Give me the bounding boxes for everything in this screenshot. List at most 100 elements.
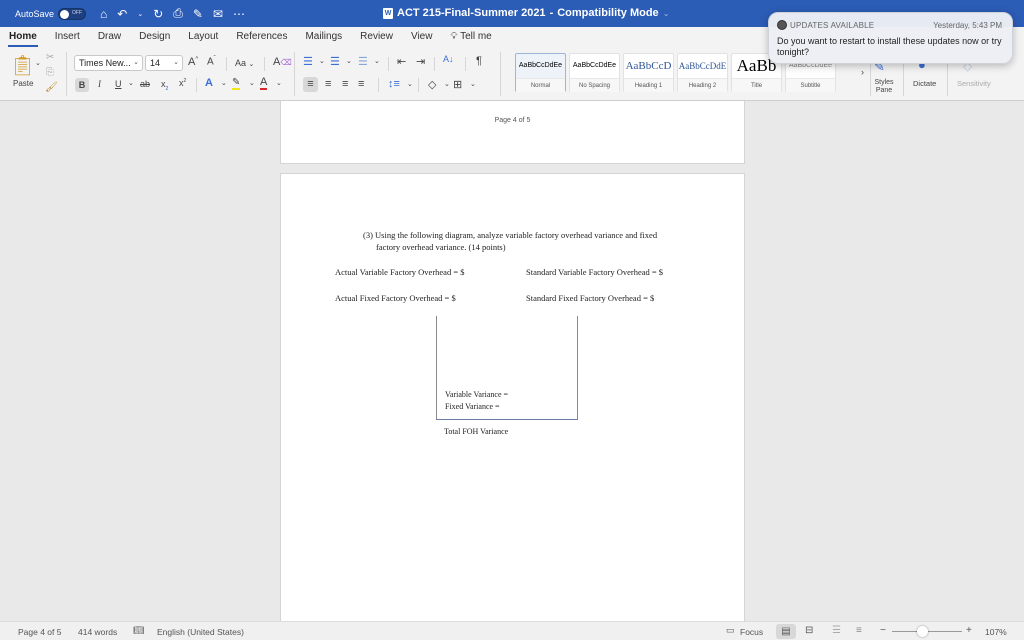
chevron-down-icon[interactable]: ⌄ <box>374 57 380 65</box>
style-normal[interactable]: AaBbCcDdEe Normal <box>515 53 566 92</box>
style-name: Normal <box>516 78 565 92</box>
undo-icon[interactable]: ↶ <box>117 7 127 21</box>
web-layout-view-icon[interactable]: ⊟ <box>805 625 813 636</box>
clear-formatting-icon[interactable]: A⌫ <box>273 56 292 68</box>
superscript-button[interactable]: x2 <box>179 78 186 88</box>
underline-button[interactable]: U <box>115 79 122 89</box>
actual-fixed-foh: Actual Fixed Factory Overhead = $ <box>335 293 456 303</box>
strikethrough-button[interactable]: ab <box>140 79 150 89</box>
font-name-select[interactable]: Times New... ⌄ <box>74 55 143 71</box>
tab-references[interactable]: References <box>227 27 296 47</box>
style-no-spacing[interactable]: AaBbCcDdEe No Spacing <box>569 53 620 92</box>
chevron-down-icon[interactable]: ⌄ <box>221 79 227 87</box>
decrease-font-size-icon[interactable]: Aˇ <box>207 56 216 67</box>
increase-indent-icon[interactable]: ⇥ <box>416 55 425 68</box>
print-layout-view-icon[interactable]: ▤ <box>776 624 796 639</box>
autosave-control[interactable]: AutoSave OFF <box>15 7 87 20</box>
draft-view-icon[interactable]: ≡ <box>856 625 862 636</box>
borders-icon[interactable]: ⊞ <box>453 78 462 91</box>
proofing-icon[interactable]: 📖︎ <box>133 625 144 636</box>
divider <box>434 57 435 71</box>
chevron-down-icon[interactable]: ⌄ <box>407 80 413 88</box>
tell-me-search[interactable]: 💡︎ Tell me <box>441 27 500 47</box>
style-heading-1[interactable]: AaBbCcD Heading 1 <box>623 53 674 92</box>
question-line-2: factory overhead variance. (14 points) <box>376 242 506 252</box>
style-heading-2[interactable]: AaBbCcDdE Heading 2 <box>677 53 728 92</box>
zoom-level[interactable]: 107% <box>985 627 1007 637</box>
tab-design[interactable]: Design <box>130 27 179 47</box>
mail-icon[interactable]: ✉ <box>213 7 223 21</box>
chevron-down-icon[interactable]: ⌄ <box>470 80 476 88</box>
paste-button[interactable]: Paste <box>13 79 33 88</box>
align-right-button[interactable]: ≡ <box>342 78 348 90</box>
chevron-down-icon[interactable]: ⌄ <box>444 80 450 88</box>
numbering-icon[interactable]: ☰ <box>330 55 340 68</box>
bullets-icon[interactable]: ☰ <box>303 55 313 68</box>
text-effects-icon[interactable]: A <box>205 77 213 89</box>
dictate-button[interactable]: Dictate <box>913 79 936 88</box>
style-name: Heading 2 <box>678 78 727 92</box>
tab-review[interactable]: Review <box>351 27 402 47</box>
word-count[interactable]: 414 words <box>78 627 117 637</box>
show-formatting-icon[interactable]: ¶ <box>476 55 482 67</box>
outline-view-icon[interactable]: ☰ <box>832 625 841 636</box>
sort-icon[interactable]: A↓ <box>443 54 454 64</box>
edit-icon[interactable]: ✎ <box>193 7 203 21</box>
tab-mailings[interactable]: Mailings <box>296 27 351 47</box>
chevron-down-icon[interactable]: ⌄ <box>249 79 255 87</box>
document-canvas[interactable]: Page 4 of 5 (3) Using the following diag… <box>0 101 1024 633</box>
undo-dropdown-icon[interactable]: ⌄ <box>137 10 143 18</box>
styles-pane-button[interactable]: Styles Pane <box>872 79 896 95</box>
chevron-down-icon[interactable]: ⌄ <box>276 79 282 87</box>
align-center-button[interactable]: ≡ <box>325 78 331 90</box>
update-notification[interactable]: UPDATES AVAILABLE Yesterday, 5:43 PM Do … <box>768 12 1013 64</box>
italic-button[interactable]: I <box>98 79 101 89</box>
print-icon[interactable]: ⎙ <box>173 6 183 21</box>
document-name: ACT 215-Final-Summer 2021 <box>397 7 546 19</box>
cut-icon[interactable]: ✂ <box>46 52 54 63</box>
autosave-toggle[interactable]: OFF <box>58 7 87 20</box>
change-case-button[interactable]: Aa ⌄ <box>235 58 254 68</box>
home-icon[interactable]: ⌂ <box>100 7 107 21</box>
redo-icon[interactable]: ↻ <box>153 7 163 21</box>
font-color-icon[interactable]: A <box>260 77 268 90</box>
paste-dropdown-icon[interactable]: ⌄ <box>35 59 41 67</box>
tab-draw[interactable]: Draw <box>89 27 130 47</box>
justify-button[interactable]: ≡ <box>358 78 364 90</box>
shading-icon[interactable]: ◇ <box>428 78 436 91</box>
page-count[interactable]: Page 4 of 5 <box>18 627 61 637</box>
tab-insert[interactable]: Insert <box>46 27 89 47</box>
page-4[interactable]: (3) Using the following diagram, analyze… <box>280 173 745 633</box>
autosave-label: AutoSave <box>15 8 55 19</box>
paste-icon[interactable]: 📋︎ <box>10 53 35 78</box>
styles-gallery-next-icon[interactable]: › <box>861 67 864 77</box>
zoom-out-button[interactable]: − <box>880 625 886 636</box>
chevron-down-icon[interactable]: ⌄ <box>663 9 670 18</box>
line-spacing-icon[interactable]: ↕≡ <box>388 78 400 90</box>
document-title: W ACT 215-Final-Summer 2021 - Compatibil… <box>383 7 669 19</box>
multilevel-list-icon[interactable]: ☰ <box>358 55 368 68</box>
more-icon[interactable]: ⋯ <box>233 7 245 21</box>
zoom-slider[interactable] <box>892 626 962 637</box>
decrease-indent-icon[interactable]: ⇤ <box>397 55 406 68</box>
chevron-down-icon[interactable]: ⌄ <box>346 57 352 65</box>
align-left-button[interactable]: ≡ <box>303 77 318 92</box>
chevron-down-icon[interactable]: ⌄ <box>319 57 325 65</box>
tab-view[interactable]: View <box>402 27 442 47</box>
subscript-button[interactable]: x2 <box>161 79 168 92</box>
bold-button[interactable]: B <box>75 78 89 92</box>
tab-home[interactable]: Home <box>0 27 46 47</box>
increase-font-size-icon[interactable]: A^ <box>188 56 198 68</box>
font-size-select[interactable]: 14 ⌄ <box>145 55 183 71</box>
focus-button[interactable]: Focus <box>740 627 763 637</box>
copy-icon[interactable]: ⎘ <box>46 67 54 78</box>
zoom-in-button[interactable]: + <box>966 625 972 636</box>
format-painter-icon[interactable]: 🖌︎ <box>45 82 58 93</box>
tab-layout[interactable]: Layout <box>179 27 227 47</box>
tab-label: Review <box>360 31 393 42</box>
underline-dropdown-icon[interactable]: ⌄ <box>128 79 134 87</box>
focus-icon[interactable]: ▭ <box>726 625 735 636</box>
language-status[interactable]: English (United States) <box>157 627 244 637</box>
highlight-icon[interactable]: ✎ <box>232 77 241 90</box>
zoom-slider-knob[interactable] <box>916 626 928 637</box>
